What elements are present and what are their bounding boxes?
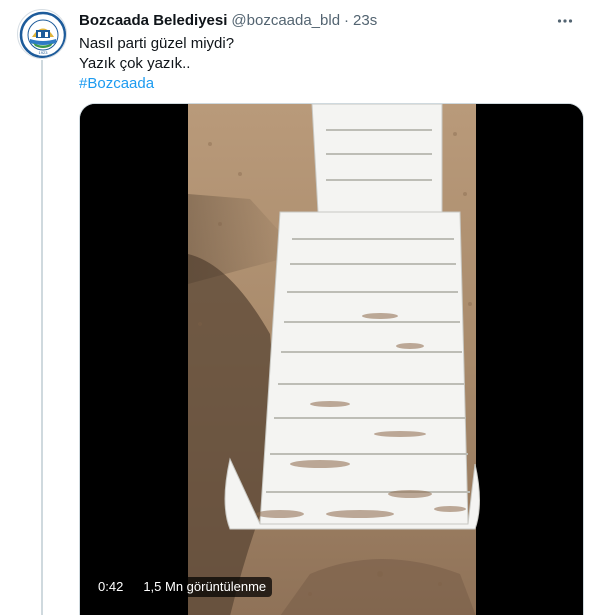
video-frame (80, 104, 583, 615)
avatar[interactable]: 1923 (17, 9, 67, 59)
more-horizontal-icon (557, 19, 573, 23)
user-handle[interactable]: @bozcaada_bld (231, 11, 340, 31)
video-player[interactable]: 0:42 1,5 Mn görüntülenme (79, 103, 584, 615)
video-overlay: 0:42 1,5 Mn görüntülenme (92, 577, 273, 597)
display-name[interactable]: Bozcaada Belediyesi (79, 11, 227, 31)
avatar-year: 1923 (39, 50, 49, 55)
view-count: 1,5 Mn görüntülenme (137, 577, 273, 597)
hashtag-link[interactable]: #Bozcaada (79, 74, 579, 94)
tweet-timestamp[interactable]: 23s (353, 11, 377, 31)
tweet-text: Nasıl parti güzel miydi? Yazık çok yazık… (79, 34, 579, 94)
tweet-line-1: Nasıl parti güzel miydi? (79, 35, 235, 52)
video-duration: 0:42 (92, 577, 130, 597)
tweet-header: Bozcaada Belediyesi @bozcaada_bld · 23s (79, 11, 577, 31)
tweet-line-2: Yazık çok yazık.. (79, 55, 191, 72)
thread-line (41, 60, 43, 615)
tweet[interactable]: 1923 Bozcaada Belediyesi @bozcaada_bld ·… (0, 0, 591, 615)
separator-dot: · (344, 12, 350, 29)
bozcaada-logo-icon: 1923 (19, 11, 66, 58)
more-options-button[interactable] (553, 9, 577, 33)
